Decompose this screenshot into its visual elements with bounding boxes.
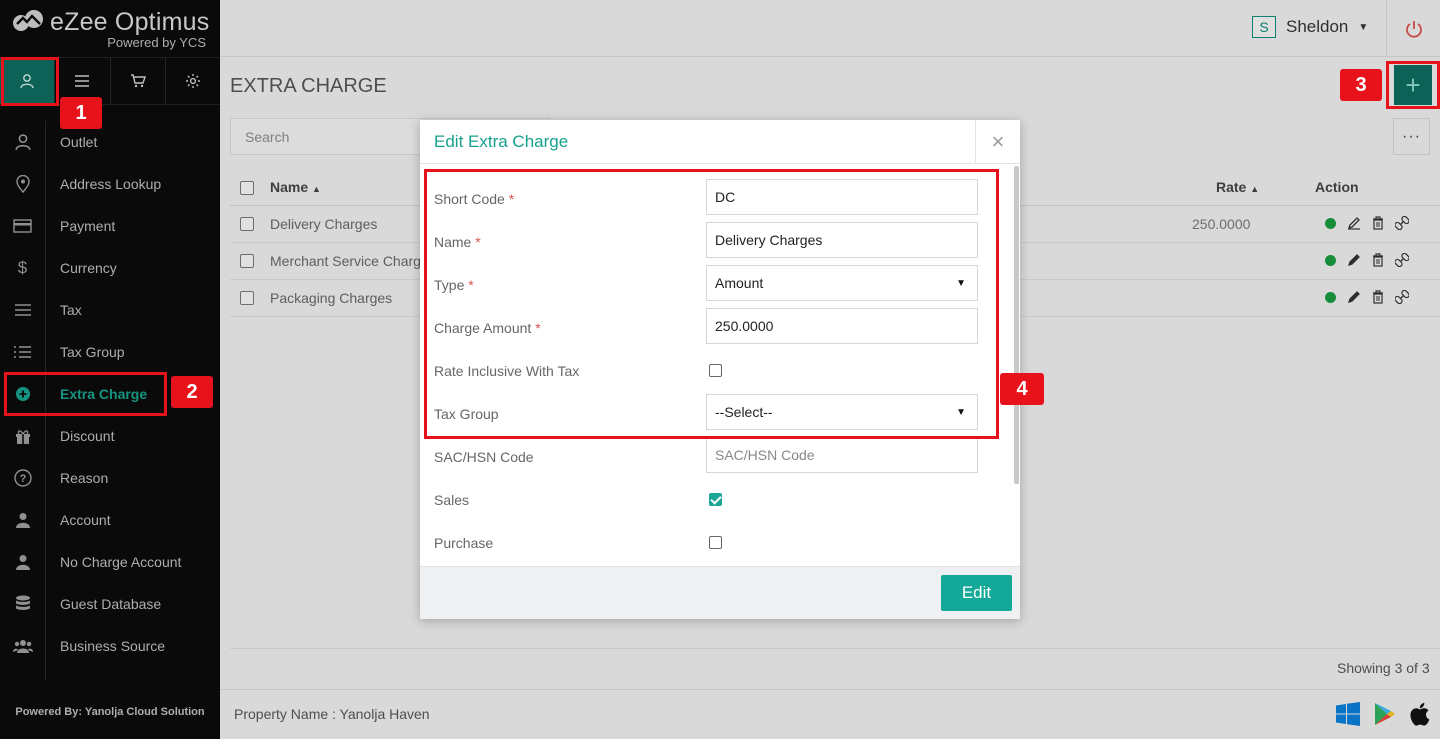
sac-hsn-input[interactable]: SAC/HSN Code [706,437,978,473]
callout-badge-1: 1 [60,97,102,129]
purchase-label: Purchase [434,535,494,551]
callout-highlight-3 [1386,61,1440,109]
close-icon[interactable]: × [975,120,1020,164]
sales-row: Sales [420,480,1010,523]
callout-highlight-1 [1,57,59,106]
purchase-checkbox[interactable] [709,536,722,549]
modal-scrollbar[interactable] [1014,166,1019,484]
callout-badge-4: 4 [1000,373,1044,405]
sales-checkbox[interactable] [709,493,722,506]
sac-hsn-row: SAC/HSN Code SAC/HSN Code [420,437,1010,480]
purchase-row: Purchase [420,523,1010,565]
callout-badge-3: 3 [1340,69,1382,101]
callout-highlight-2 [4,372,167,416]
sales-label: Sales [434,492,470,508]
callout-highlight-4 [424,169,999,439]
modal-title: Edit Extra Charge [434,132,569,151]
sac-hsn-label: SAC/HSN Code [434,449,534,465]
callout-badge-2: 2 [171,376,213,408]
modal-header: Edit Extra Charge × [420,120,1020,164]
edit-button[interactable]: Edit [941,575,1012,611]
modal-footer: Edit [420,566,1020,619]
